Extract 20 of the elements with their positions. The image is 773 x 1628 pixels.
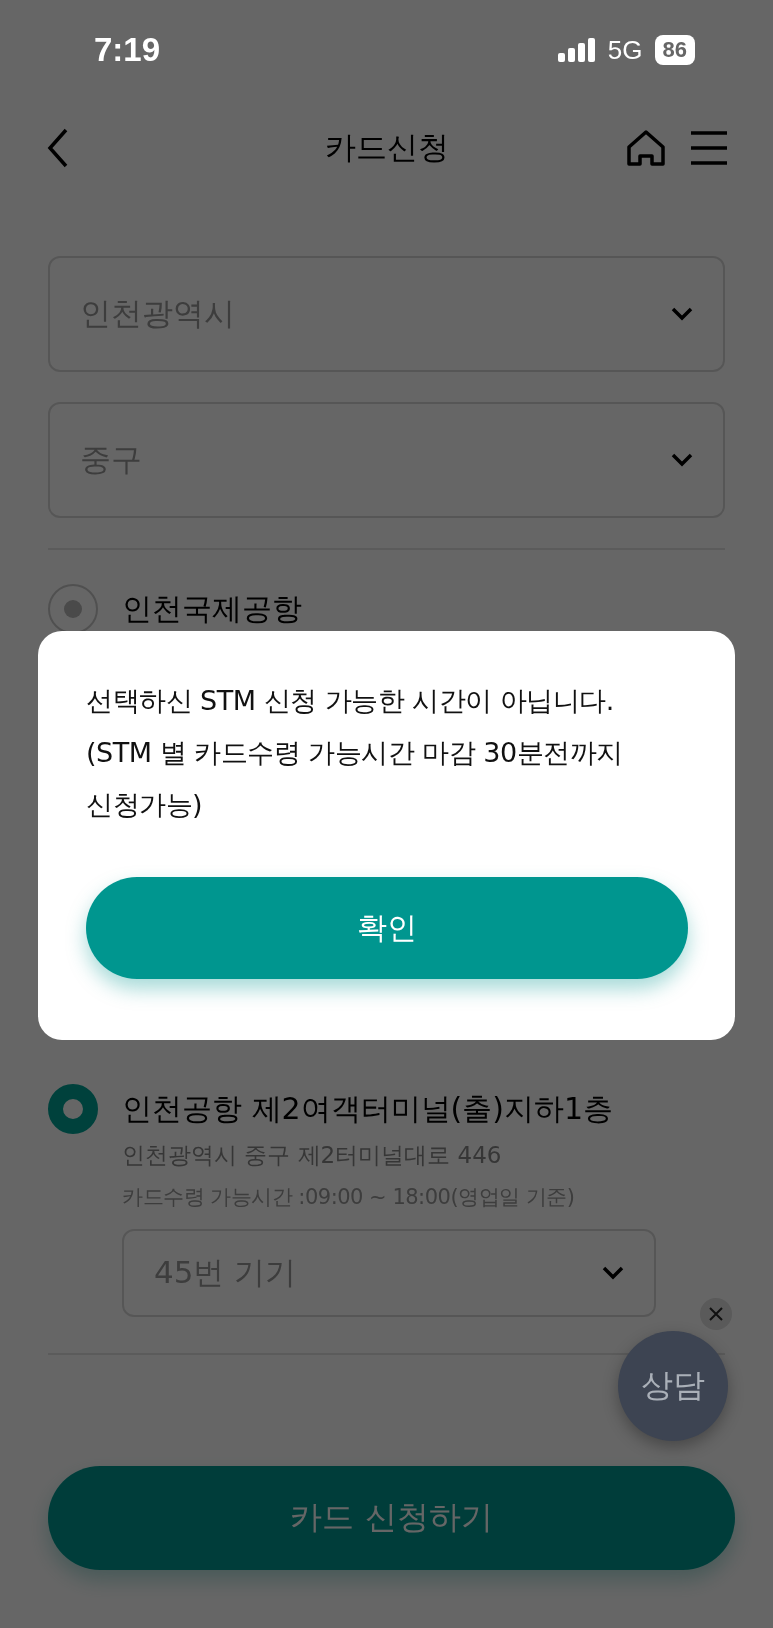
signal-icon bbox=[557, 38, 596, 62]
close-icon bbox=[709, 1307, 723, 1321]
chevron-down-icon bbox=[671, 307, 693, 321]
location-name: 인천공항 제2여객터미널(출)지하1층 bbox=[122, 1089, 614, 1128]
chevron-down-icon bbox=[602, 1266, 624, 1280]
page-title: 카드신청 bbox=[323, 128, 450, 167]
apply-card-button[interactable]: 카드 신청하기 bbox=[48, 1466, 735, 1570]
status-time: 7:19 bbox=[94, 31, 161, 69]
network-label: 5G bbox=[607, 34, 643, 66]
radio-button[interactable] bbox=[48, 1084, 98, 1134]
back-icon[interactable] bbox=[46, 128, 70, 168]
menu-icon[interactable] bbox=[691, 131, 727, 165]
location-name: 인천국제공항 bbox=[122, 589, 302, 628]
chevron-down-icon bbox=[671, 453, 693, 467]
dialog-message: 선택하신 STM 신청 가능한 시간이 아닙니다. (STM 별 카드수령 가능시간 마감 30분전까지 신청가능) bbox=[86, 684, 624, 822]
close-button[interactable] bbox=[700, 1298, 732, 1330]
confirm-button[interactable]: 확인 bbox=[86, 877, 688, 979]
chat-button[interactable]: 상담 bbox=[618, 1331, 728, 1441]
home-icon[interactable] bbox=[627, 130, 665, 166]
battery-indicator: 86 bbox=[654, 35, 695, 65]
